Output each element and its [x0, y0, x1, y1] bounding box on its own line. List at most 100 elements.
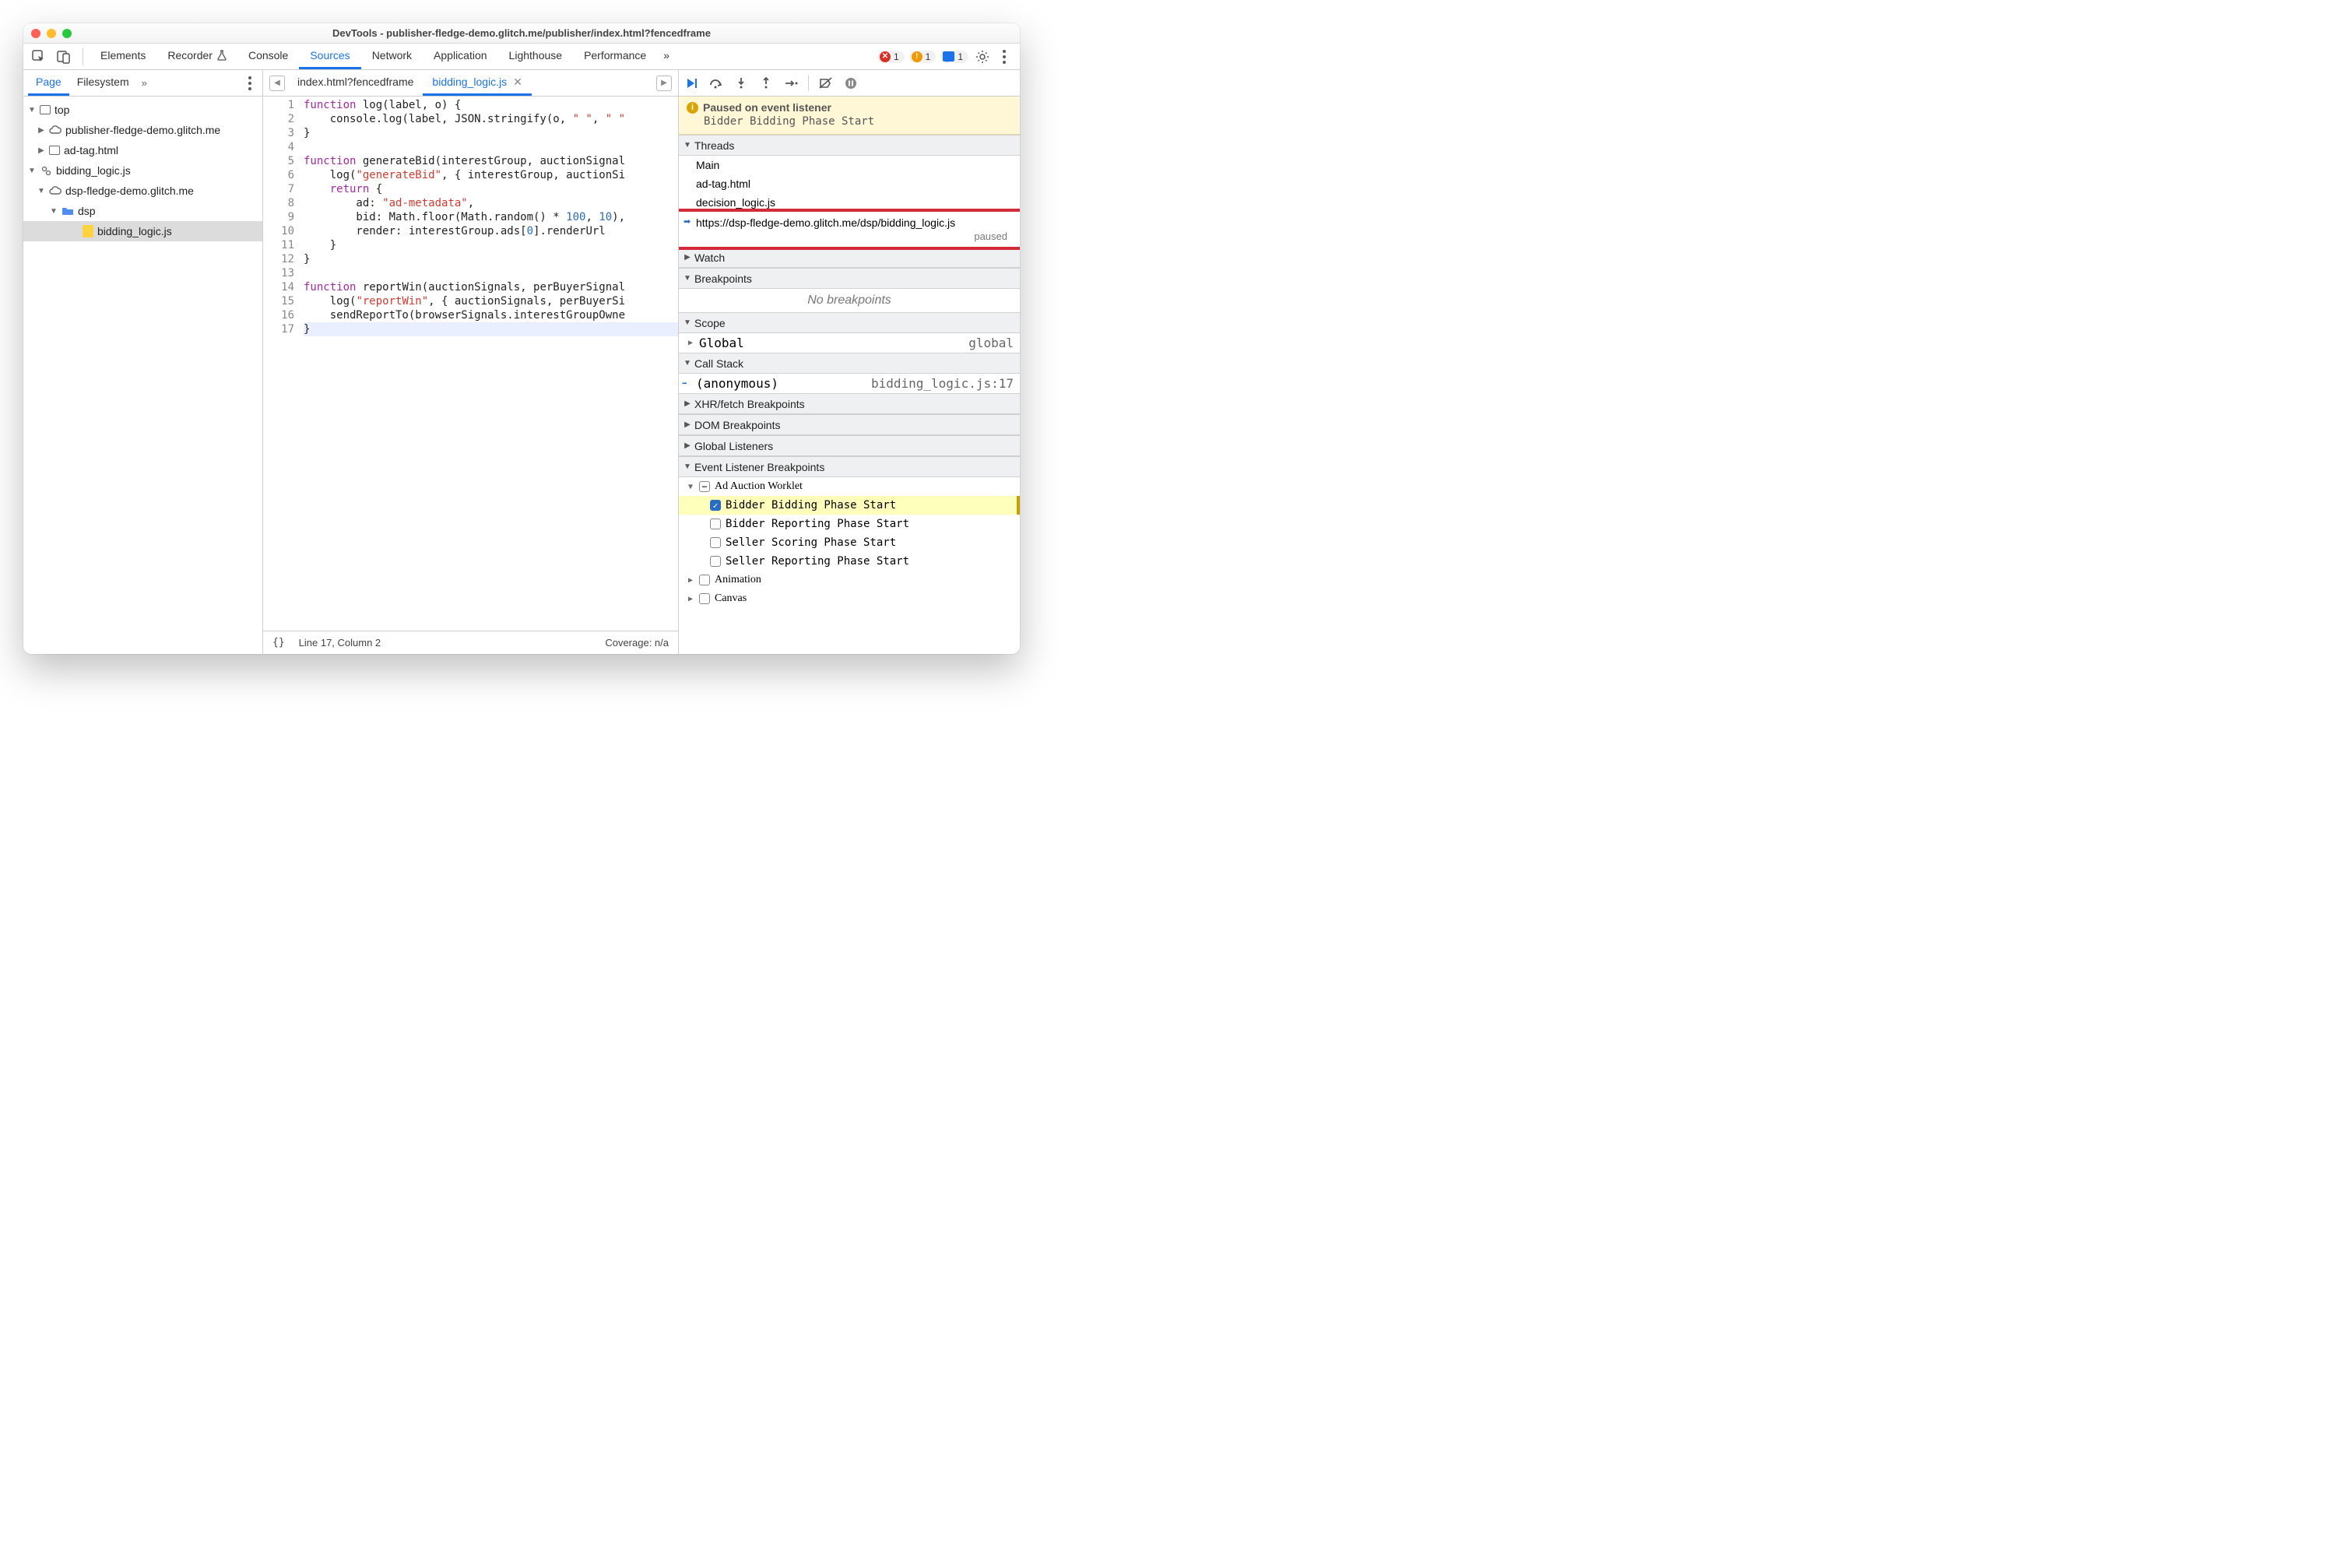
- section-threads[interactable]: ▼Threads: [679, 135, 1020, 156]
- tree-adtag[interactable]: ▶ad-tag.html: [23, 140, 262, 160]
- debugger-toolbar: [679, 70, 1020, 97]
- navigator-tab-filesystem[interactable]: Filesystem: [69, 70, 137, 96]
- callstack-frame[interactable]: (anonymous)bidding_logic.js:17: [679, 374, 1020, 393]
- navigator-pane: Page Filesystem » ▼top ▶publisher-fledge…: [23, 70, 263, 654]
- line-gutter: 1234567891011121314151617: [263, 97, 300, 631]
- thread-current[interactable]: ➡ https://dsp-fledge-demo.glitch.me/dsp/…: [679, 212, 1020, 247]
- elb-group-animation[interactable]: ▶Animation: [679, 571, 1020, 589]
- nav-forward-icon[interactable]: ▶: [656, 76, 672, 91]
- settings-icon[interactable]: [973, 47, 992, 66]
- maximize-window-button[interactable]: [62, 29, 72, 38]
- tab-lighthouse[interactable]: Lighthouse: [498, 44, 574, 69]
- section-watch[interactable]: ▶Watch: [679, 247, 1020, 268]
- elb-item-seller-reporting[interactable]: Seller Reporting Phase Start: [679, 552, 1020, 571]
- elb-item-bidder-reporting[interactable]: Bidder Reporting Phase Start: [679, 515, 1020, 533]
- tab-console[interactable]: Console: [237, 44, 299, 69]
- close-window-button[interactable]: [31, 29, 40, 38]
- pause-exceptions-icon[interactable]: [843, 76, 859, 91]
- tab-elements[interactable]: Elements: [90, 44, 156, 69]
- worklet-icon: [40, 164, 52, 177]
- elb-group-canvas[interactable]: ▶Canvas: [679, 589, 1020, 608]
- section-scope[interactable]: ▼Scope: [679, 312, 1020, 333]
- device-toolbar-icon[interactable]: [53, 47, 75, 67]
- more-tabs-button[interactable]: »: [657, 44, 676, 69]
- close-tab-icon[interactable]: ✕: [513, 76, 522, 89]
- checkbox-icon[interactable]: [710, 519, 721, 529]
- resume-icon[interactable]: [684, 76, 699, 91]
- traffic-lights: [31, 29, 72, 38]
- nav-back-icon[interactable]: ◀: [269, 76, 285, 91]
- more-options-icon[interactable]: [996, 50, 1012, 64]
- step-icon[interactable]: [783, 76, 799, 91]
- frame-icon: [40, 105, 51, 114]
- pretty-print-icon[interactable]: {}: [272, 637, 285, 649]
- elb-item-bidder-bidding[interactable]: ✓Bidder Bidding Phase Start: [679, 496, 1020, 515]
- navigator-tabs: Page Filesystem »: [23, 70, 262, 97]
- errors-badge[interactable]: ✕1: [877, 51, 905, 63]
- editor-pane: ◀ index.html?fencedframe bidding_logic.j…: [263, 70, 679, 654]
- info-icon: i: [687, 102, 698, 114]
- navigator-more-tabs[interactable]: »: [142, 77, 147, 89]
- elb-group-adauction[interactable]: ▼−Ad Auction Worklet: [679, 477, 1020, 496]
- thread-status: paused: [696, 229, 1012, 242]
- checkbox-icon[interactable]: [710, 537, 721, 548]
- main-toolbar: Elements Recorder Console Sources Networ…: [23, 44, 1020, 70]
- tab-performance[interactable]: Performance: [573, 44, 657, 69]
- section-dom[interactable]: ▶DOM Breakpoints: [679, 414, 1020, 435]
- checkbox-icon[interactable]: [699, 575, 710, 585]
- navigator-options-icon[interactable]: [242, 76, 258, 90]
- body: Page Filesystem » ▼top ▶publisher-fledge…: [23, 70, 1020, 654]
- flask-icon: [217, 50, 227, 61]
- code-content: function log(label, o) { console.log(lab…: [300, 97, 678, 631]
- thread-decision[interactable]: decision_logic.js: [679, 193, 1020, 212]
- cursor-position: Line 17, Column 2: [299, 637, 381, 649]
- file-tab-index[interactable]: index.html?fencedframe: [288, 70, 423, 96]
- thread-main[interactable]: Main: [679, 156, 1020, 174]
- tree-bidding-worklet[interactable]: ▼bidding_logic.js: [23, 160, 262, 181]
- minimize-window-button[interactable]: [47, 29, 56, 38]
- checkbox-icon[interactable]: ✓: [710, 500, 721, 511]
- step-into-icon[interactable]: [733, 76, 749, 91]
- status-bar: {} Line 17, Column 2 Coverage: n/a: [263, 631, 678, 654]
- tab-sources[interactable]: Sources: [299, 44, 360, 69]
- cloud-icon: [49, 185, 62, 197]
- tab-recorder[interactable]: Recorder: [156, 44, 237, 69]
- debugger-pane: iPaused on event listener Bidder Bidding…: [679, 70, 1020, 654]
- elb-item-seller-scoring[interactable]: Seller Scoring Phase Start: [679, 533, 1020, 552]
- section-xhr[interactable]: ▶XHR/fetch Breakpoints: [679, 393, 1020, 414]
- section-breakpoints[interactable]: ▼Breakpoints: [679, 268, 1020, 289]
- tree-file-bidding[interactable]: bidding_logic.js: [23, 221, 262, 241]
- panel-tabs: Elements Recorder Console Sources Networ…: [90, 44, 676, 69]
- checkbox-icon[interactable]: [710, 556, 721, 567]
- scope-global[interactable]: ▶Globalglobal: [679, 333, 1020, 353]
- navigator-tab-page[interactable]: Page: [28, 70, 69, 96]
- frame-icon: [49, 146, 60, 155]
- titlebar: DevTools - publisher-fledge-demo.glitch.…: [23, 23, 1020, 44]
- tree-top[interactable]: ▼top: [23, 100, 262, 120]
- messages-badge[interactable]: 1: [940, 51, 968, 63]
- tab-network[interactable]: Network: [361, 44, 423, 69]
- tree-domain-publisher[interactable]: ▶publisher-fledge-demo.glitch.me: [23, 120, 262, 140]
- warning-icon: !: [912, 51, 922, 62]
- file-tab-bidding[interactable]: bidding_logic.js✕: [423, 70, 531, 96]
- code-editor[interactable]: 1234567891011121314151617 function log(l…: [263, 97, 678, 631]
- devtools-window: DevTools - publisher-fledge-demo.glitch.…: [23, 23, 1020, 654]
- file-tabs: ◀ index.html?fencedframe bidding_logic.j…: [263, 70, 678, 97]
- step-over-icon[interactable]: [708, 76, 724, 91]
- error-icon: ✕: [880, 51, 891, 62]
- coverage-status: Coverage: n/a: [605, 637, 669, 649]
- checkbox-icon[interactable]: [699, 593, 710, 604]
- step-out-icon[interactable]: [758, 76, 774, 91]
- tab-application[interactable]: Application: [423, 44, 498, 69]
- deactivate-breakpoints-icon[interactable]: [818, 76, 834, 91]
- minus-icon: −: [699, 481, 710, 492]
- inspect-element-icon[interactable]: [28, 47, 50, 67]
- section-elb[interactable]: ▼Event Listener Breakpoints: [679, 456, 1020, 477]
- tree-domain-dsp[interactable]: ▼dsp-fledge-demo.glitch.me: [23, 181, 262, 201]
- section-global-listeners[interactable]: ▶Global Listeners: [679, 435, 1020, 456]
- section-callstack[interactable]: ▼Call Stack: [679, 353, 1020, 374]
- current-thread-arrow-icon: ➡: [684, 216, 691, 227]
- thread-adtag[interactable]: ad-tag.html: [679, 174, 1020, 193]
- warnings-badge[interactable]: !1: [909, 51, 937, 63]
- tree-folder-dsp[interactable]: ▼dsp: [23, 201, 262, 221]
